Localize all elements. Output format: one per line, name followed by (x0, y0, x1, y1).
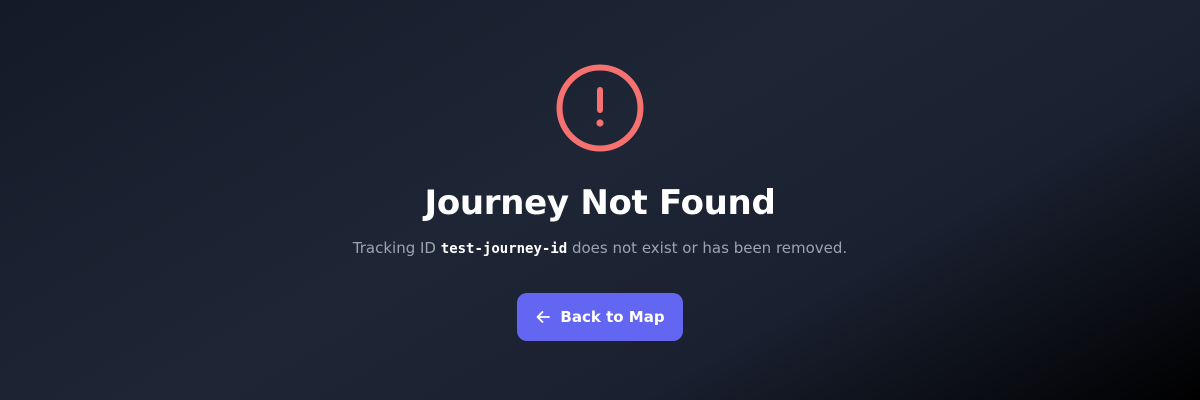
back-to-map-button[interactable]: Back to Map (517, 293, 683, 341)
error-message: Tracking ID test-journey-id does not exi… (0, 237, 1200, 260)
page-title: Journey Not Found (424, 183, 776, 223)
message-suffix: does not exist or has been removed. (571, 239, 848, 257)
message-prefix: Tracking ID (352, 239, 436, 257)
back-button-label: Back to Map (560, 308, 665, 326)
arrow-left-icon (537, 311, 551, 323)
not-found-page: Journey Not Found Tracking ID test-journ… (0, 0, 1200, 400)
exclamation-circle-icon (556, 64, 644, 152)
tracking-id: test-journey-id (440, 241, 568, 257)
